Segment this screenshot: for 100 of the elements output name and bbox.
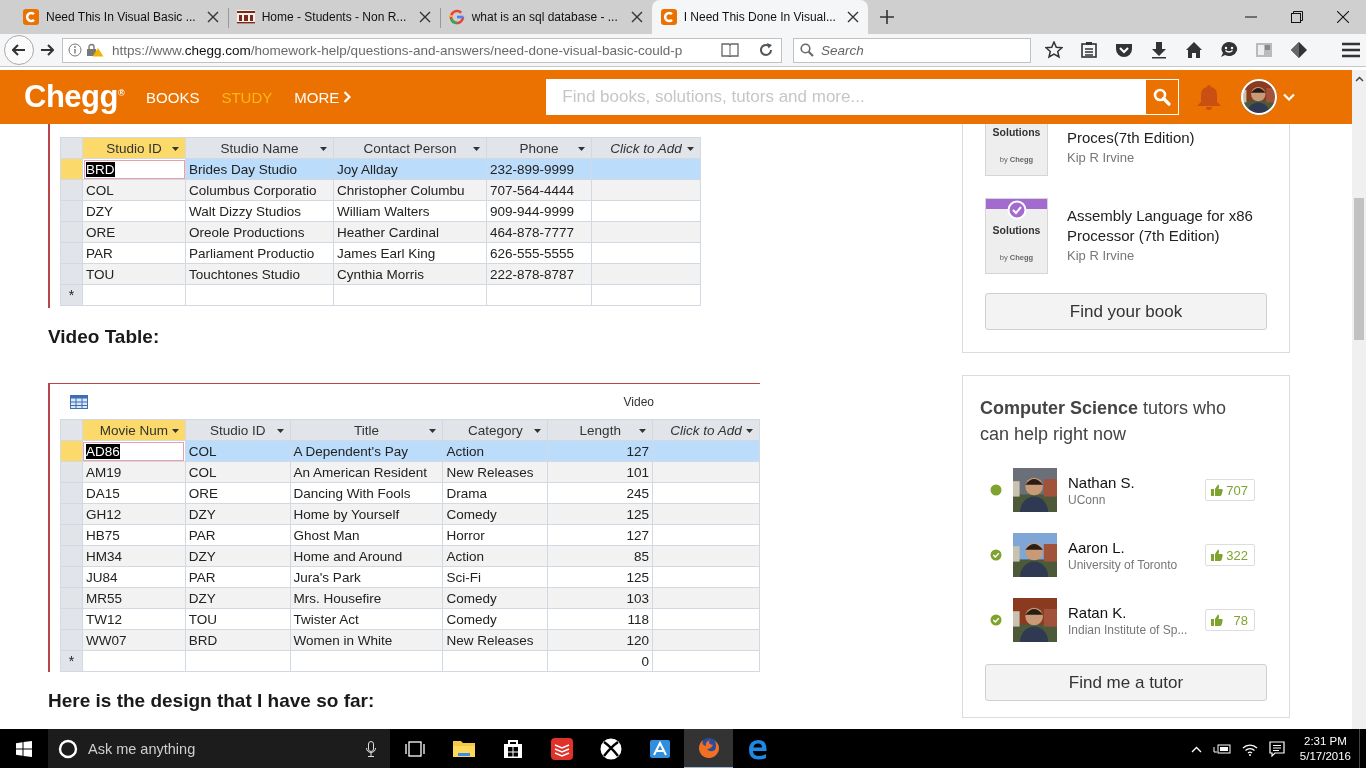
xbox-ball-icon: [598, 737, 623, 761]
dropdown-arrow-icon[interactable]: [429, 429, 437, 433]
browser-tab[interactable]: I Need This Done In Visual...: [651, 0, 868, 34]
check-circle-icon: [1006, 200, 1027, 220]
dropdown-arrow-icon[interactable]: [171, 429, 179, 433]
diamond-icon[interactable]: [1290, 41, 1308, 59]
column-header[interactable]: Category: [442, 419, 548, 441]
back-arrow-icon: [12, 44, 26, 56]
notification-icon[interactable]: [1268, 741, 1285, 757]
dropdown-arrow-icon[interactable]: [172, 147, 179, 151]
clock-time[interactable]: 2:31 PM: [1304, 734, 1347, 749]
section-heading: Video Table:: [48, 325, 161, 348]
column-header[interactable]: Studio ID: [185, 419, 291, 441]
taskbar-search-field[interactable]: Ask me anything: [48, 729, 390, 768]
chevron-down-icon[interactable]: [1283, 93, 1296, 101]
search-field[interactable]: Find books, solutions, tutors and more...: [546, 79, 1146, 115]
home-icon[interactable]: [1185, 41, 1203, 59]
section-heading: Here is the design that I have so far:: [48, 689, 376, 712]
like-count: 707: [1226, 482, 1248, 498]
like-count: 322: [1226, 547, 1248, 563]
find-book-button[interactable]: Find your book: [985, 293, 1267, 330]
reload-icon[interactable]: [759, 43, 773, 57]
browser-tab[interactable]: Need This In Visual Basic ...: [14, 0, 228, 34]
column-header[interactable]: Studio Name: [185, 137, 334, 159]
column-header[interactable]: Length: [547, 419, 653, 441]
clock-date[interactable]: 5/17/2016: [1299, 749, 1351, 764]
book-title[interactable]: Assembly Language for x86 Processor (7th Edition): [1067, 206, 1267, 246]
browser-tab[interactable]: Home - Students - Non R...: [227, 0, 440, 34]
tutor-name[interactable]: Aaron L.: [1068, 538, 1178, 556]
wifi-icon[interactable]: [1241, 742, 1258, 756]
close-icon[interactable]: [206, 11, 219, 23]
tutor-school: UConn: [1068, 492, 1107, 507]
windows-logo-icon[interactable]: [16, 741, 32, 757]
chevron-right-icon: [343, 91, 352, 103]
app-tile-icon: [647, 737, 672, 761]
column-header[interactable]: Click to Add: [652, 419, 760, 441]
tutors-heading: Computer Science tutors who can help right now: [980, 397, 1228, 446]
microphone-icon[interactable]: [366, 741, 376, 757]
dropdown-arrow-icon[interactable]: [276, 429, 284, 433]
download-icon[interactable]: [1150, 41, 1168, 59]
tutor-name[interactable]: Ratan K.: [1068, 603, 1188, 621]
bookmark-star-icon[interactable]: [1045, 41, 1063, 59]
striped-logo-icon: [236, 10, 255, 24]
c-logo-icon: [660, 9, 677, 25]
task-view-icon[interactable]: [405, 741, 425, 757]
column-header[interactable]: Movie Num: [82, 419, 186, 441]
pocket-icon[interactable]: [1115, 41, 1133, 59]
dropdown-arrow-icon[interactable]: [320, 147, 327, 151]
scroll-up-icon[interactable]: [1354, 76, 1364, 82]
find-tutor-button[interactable]: Find me a tutor: [985, 664, 1267, 701]
dropdown-arrow-icon[interactable]: [473, 147, 480, 151]
url-text[interactable]: https://www.chegg.com/homework-help/questions-and-answers/need-done-visual-basic-could-p: [112, 42, 709, 58]
record-selector[interactable]: *: [60, 284, 83, 306]
column-header[interactable]: Title: [290, 419, 443, 441]
chevron-up-icon[interactable]: [1190, 745, 1202, 753]
tutor-name[interactable]: Nathan S.: [1068, 473, 1135, 491]
close-icon[interactable]: [846, 11, 859, 23]
reader-view-icon[interactable]: [721, 43, 739, 57]
scrollbar-thumb[interactable]: [1354, 198, 1364, 340]
chat-smiley-icon[interactable]: [1220, 41, 1238, 59]
tutor-school: University of Toronto: [1068, 557, 1178, 572]
column-header[interactable]: Studio ID: [82, 137, 186, 159]
browser-tab[interactable]: what is an sql database - ...: [439, 0, 652, 34]
new-tab-icon[interactable]: [879, 10, 894, 24]
list-icon[interactable]: [1080, 41, 1098, 59]
column-header[interactable]: Contact Person: [333, 137, 487, 159]
warning-lock-icon: [86, 43, 104, 57]
tutor-school: Indian Institute of Sp...: [1068, 622, 1188, 637]
search-field[interactable]: Search: [793, 37, 1031, 63]
tiles-icon[interactable]: [1255, 41, 1273, 59]
close-icon[interactable]: [1337, 11, 1349, 23]
dropdown-arrow-icon[interactable]: [687, 147, 694, 151]
book-title[interactable]: Proces(7th Edition): [1067, 128, 1195, 148]
battery-icon[interactable]: [1212, 743, 1231, 755]
forward-arrow-icon[interactable]: [40, 44, 54, 56]
menu-icon[interactable]: [1342, 42, 1360, 58]
dropdown-arrow-icon[interactable]: [639, 429, 647, 433]
address-bar[interactable]: https://www.chegg.com/homework-help/questions-and-answers/need-done-visual-basic-could-p: [62, 37, 782, 63]
dropdown-arrow-icon[interactable]: [746, 429, 753, 433]
info-icon: [68, 43, 82, 57]
taskbar-app[interactable]: [684, 729, 733, 768]
close-icon[interactable]: [630, 11, 643, 23]
search-icon: [800, 43, 814, 57]
checklist-icon: [549, 737, 574, 761]
close-icon[interactable]: [418, 11, 431, 23]
record-selector[interactable]: *: [60, 650, 83, 672]
column-header[interactable]: Phone: [486, 137, 592, 159]
column-header[interactable]: Click to Add: [591, 137, 701, 159]
dropdown-arrow-icon[interactable]: [578, 147, 585, 151]
thumbs-up-icon: [1211, 484, 1223, 496]
dropdown-arrow-icon[interactable]: [534, 429, 542, 433]
back-button[interactable]: [4, 35, 34, 65]
c-logo-icon: [23, 9, 39, 25]
restore-icon[interactable]: [1291, 11, 1303, 23]
cover-label: Solutions: [992, 224, 1041, 236]
search-button[interactable]: [1145, 79, 1180, 115]
cover-label: Solutions: [992, 126, 1041, 138]
thumbs-up-icon: [1211, 614, 1223, 626]
google-g-icon: [448, 9, 465, 25]
book-author: Kip R Irvine: [1067, 248, 1136, 263]
